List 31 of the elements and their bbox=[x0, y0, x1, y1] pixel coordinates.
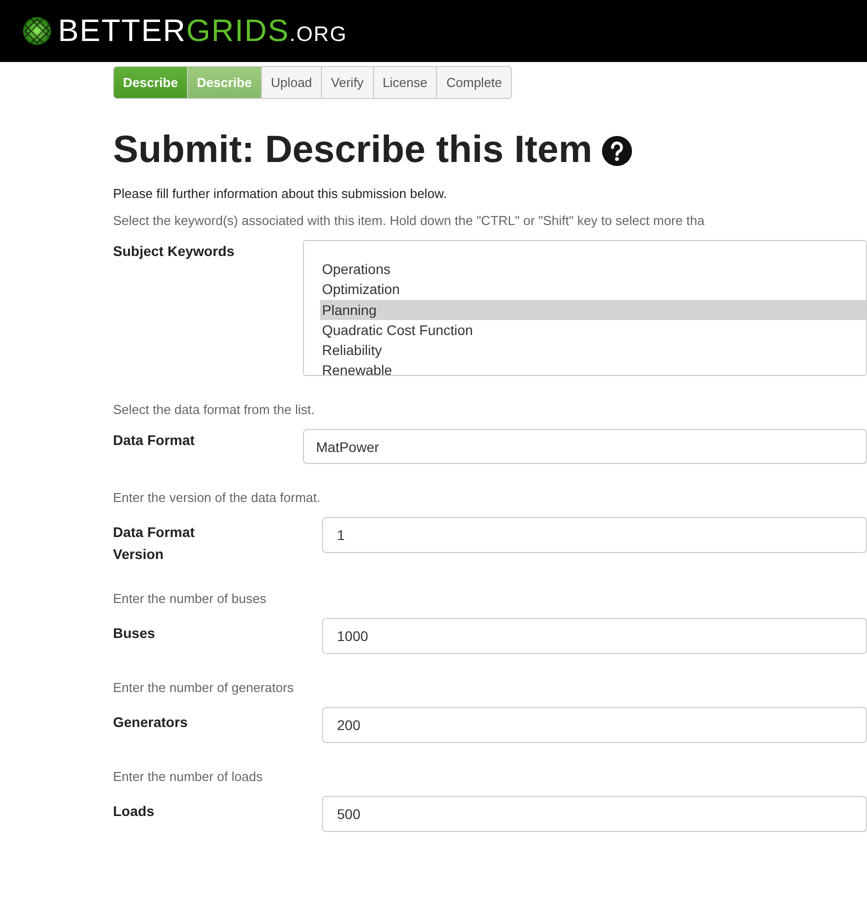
input-field[interactable]: 500 bbox=[322, 796, 867, 832]
page-title: Submit: Describe this Item bbox=[113, 129, 592, 172]
listbox-option[interactable]: Operations bbox=[320, 259, 866, 280]
field-label: Data Format bbox=[113, 431, 196, 450]
field-label: Data Format Version bbox=[113, 523, 196, 564]
listbox-option[interactable]: Planning bbox=[320, 300, 866, 320]
listbox-option[interactable]: Quadratic Cost Function bbox=[320, 320, 866, 340]
field-label: Subject Keywords bbox=[113, 242, 236, 261]
field-hint: Enter the number of buses bbox=[113, 591, 268, 606]
field-hint: Enter the version of the data format. bbox=[113, 490, 322, 505]
site-logo[interactable]: BETTERGRIDS.ORG bbox=[58, 13, 348, 49]
input-field[interactable]: 1000 bbox=[322, 618, 867, 654]
field-hint: Enter the number of generators bbox=[113, 680, 295, 695]
field-hint: Enter the number of loads bbox=[113, 769, 264, 784]
grid-globe-icon bbox=[22, 16, 52, 46]
listbox-option[interactable]: Optimization bbox=[320, 279, 866, 300]
input-field[interactable]: 200 bbox=[322, 707, 867, 743]
listbox-option[interactable]: Reliability bbox=[320, 340, 866, 360]
format-dropdown[interactable]: MatPower bbox=[303, 429, 867, 464]
step-tab[interactable]: License bbox=[374, 66, 438, 99]
field-label: Loads bbox=[113, 802, 156, 821]
intro-text: Please fill further information about this submission below. bbox=[113, 186, 448, 201]
step-tab[interactable]: Complete bbox=[437, 66, 512, 99]
step-tab[interactable]: Verify bbox=[322, 66, 374, 99]
input-field[interactable]: 1 bbox=[322, 517, 867, 553]
field-hint: Select the data format from the list. bbox=[113, 402, 316, 417]
field-label: Generators bbox=[113, 713, 189, 732]
step-tab[interactable]: Upload bbox=[262, 66, 322, 99]
help-icon[interactable] bbox=[602, 136, 632, 166]
field-label: Buses bbox=[113, 624, 156, 643]
field-hint: Select the keyword(s) associated with this item. Hold down the "CTRL" or "Shift" key to select more tha bbox=[113, 213, 706, 228]
